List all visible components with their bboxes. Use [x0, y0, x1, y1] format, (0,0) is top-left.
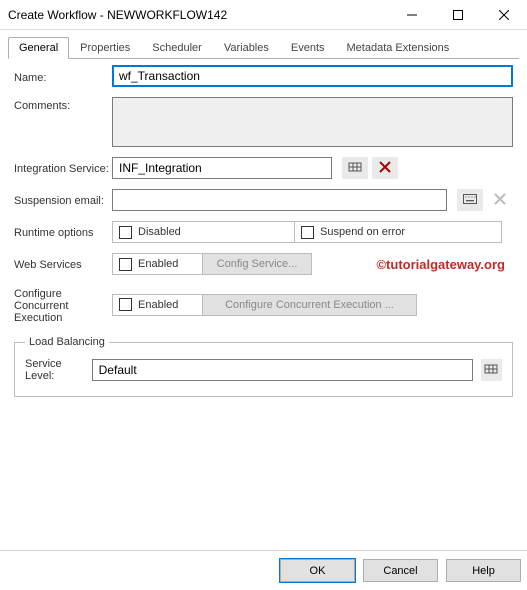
integration-service-input[interactable]: [112, 157, 332, 179]
comments-textarea[interactable]: [112, 97, 513, 147]
checkbox-icon: [119, 298, 132, 311]
web-services-enabled-label: Enabled: [138, 258, 178, 270]
clear-service-button[interactable]: [372, 157, 398, 179]
name-label: Name:: [14, 69, 112, 84]
suspension-email-label: Suspension email:: [14, 192, 112, 207]
close-icon: [379, 161, 391, 176]
browse-icon: [484, 362, 498, 379]
suspension-email-input[interactable]: [112, 189, 447, 211]
disabled-checkbox[interactable]: Disabled: [112, 221, 294, 243]
browse-icon: [348, 160, 362, 177]
clear-email-button[interactable]: [487, 189, 513, 211]
help-button[interactable]: Help: [446, 559, 521, 582]
window-title: Create Workflow - NEWWORKFLOW142: [0, 8, 389, 22]
close-button[interactable]: [481, 0, 527, 30]
runtime-options-label: Runtime options: [14, 224, 112, 239]
close-icon: [494, 193, 506, 208]
service-level-label: Service Level:: [25, 358, 92, 382]
ok-button[interactable]: OK: [280, 559, 355, 582]
config-service-button[interactable]: Config Service...: [202, 253, 312, 275]
browse-service-button[interactable]: [342, 157, 368, 179]
web-services-enabled-checkbox[interactable]: Enabled: [112, 253, 202, 275]
email-options-button[interactable]: [457, 189, 483, 211]
checkbox-icon: [119, 258, 132, 271]
concurrent-enabled-checkbox[interactable]: Enabled: [112, 294, 202, 316]
disabled-checkbox-label: Disabled: [138, 226, 181, 238]
configure-concurrent-button[interactable]: Configure Concurrent Execution ...: [202, 294, 417, 316]
concurrent-enabled-label: Enabled: [138, 299, 178, 311]
service-level-input[interactable]: [92, 359, 473, 381]
general-panel: Name: Comments: Integration Service:: [0, 55, 527, 548]
footer: OK Cancel Help: [0, 550, 527, 590]
integration-service-label: Integration Service:: [14, 160, 112, 175]
web-services-label: Web Services: [14, 256, 112, 271]
maximize-button[interactable]: [435, 0, 481, 30]
load-balancing-group: Load Balancing Service Level:: [14, 336, 513, 397]
checkbox-icon: [301, 226, 314, 239]
minimize-button[interactable]: [389, 0, 435, 30]
load-balancing-legend: Load Balancing: [25, 336, 109, 348]
checkbox-icon: [119, 226, 132, 239]
name-input[interactable]: [112, 65, 513, 87]
comments-label: Comments:: [14, 97, 112, 112]
suspend-on-error-label: Suspend on error: [320, 226, 405, 238]
watermark-text: ©tutorialgateway.org: [376, 257, 505, 272]
service-level-browse-button[interactable]: [481, 359, 502, 381]
concurrent-execution-label: Configure Concurrent Execution: [14, 285, 112, 324]
titlebar: Create Workflow - NEWWORKFLOW142: [0, 0, 527, 30]
keyboard-icon: [463, 194, 477, 207]
suspend-on-error-checkbox[interactable]: Suspend on error: [294, 221, 502, 243]
cancel-button[interactable]: Cancel: [363, 559, 438, 582]
